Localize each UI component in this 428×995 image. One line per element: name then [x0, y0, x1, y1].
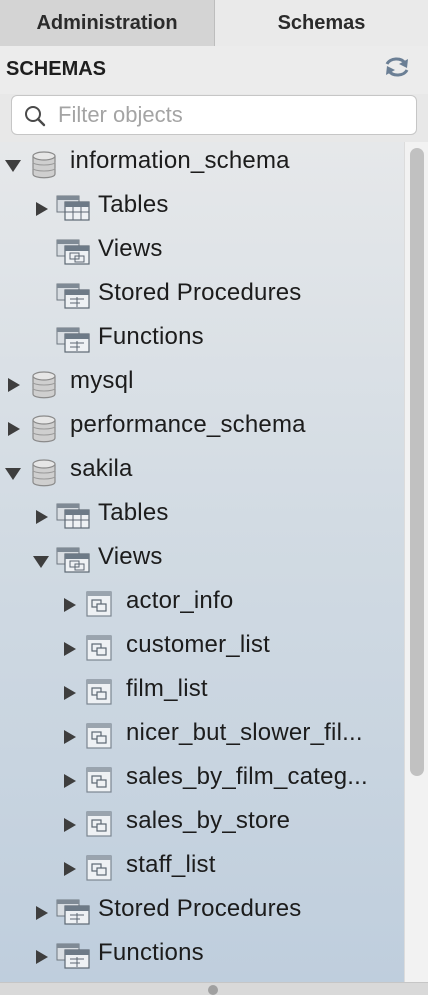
view-icon [86, 811, 112, 837]
caret-right-icon[interactable] [61, 772, 79, 790]
caret-right-icon[interactable] [33, 508, 51, 526]
caret-right-icon[interactable] [33, 200, 51, 218]
schema-label: performance_schema [70, 411, 306, 438]
folder-label: Tables [98, 191, 169, 218]
tree-node-view-item[interactable]: sales_by_store [0, 802, 404, 846]
view-icon [86, 767, 112, 793]
views-folder-icon [56, 239, 90, 265]
tree-node-view-item[interactable]: customer_list [0, 626, 404, 670]
folder-label: Functions [98, 323, 204, 350]
folder-label: Views [98, 235, 163, 262]
schema-label: mysql [70, 367, 134, 394]
caret-right-icon[interactable] [5, 376, 23, 394]
caret-right-icon[interactable] [5, 420, 23, 438]
routines-folder-icon [56, 283, 90, 309]
database-icon [32, 415, 56, 443]
view-label: sales_by_store [126, 807, 291, 834]
folder-label: Views [98, 543, 163, 570]
tab-administration[interactable]: Administration [0, 0, 215, 46]
database-icon [32, 151, 56, 179]
caret-down-icon[interactable] [4, 156, 22, 174]
refresh-icon[interactable] [384, 56, 410, 78]
view-label: staff_list [126, 851, 216, 878]
caret-right-icon[interactable] [61, 640, 79, 658]
tab-bar: Administration Schemas [0, 0, 428, 47]
search-icon [25, 106, 46, 127]
tree-node-view-item[interactable]: staff_list [0, 846, 404, 890]
schema-label: sakila [70, 455, 133, 482]
tree-node-functions[interactable]: Functions [0, 934, 404, 978]
filter-objects-input[interactable] [58, 100, 398, 130]
view-label: actor_info [126, 587, 234, 614]
caret-right-icon[interactable] [61, 816, 79, 834]
view-icon [86, 855, 112, 881]
scrollbar-thumb[interactable] [410, 148, 424, 776]
database-icon [32, 459, 56, 487]
tree-node-sakila[interactable]: sakila [0, 450, 404, 494]
view-icon [86, 679, 112, 705]
tree-node-stored-procedures[interactable]: Stored Procedures [0, 274, 404, 318]
folder-label: Stored Procedures [98, 279, 302, 306]
tree-node-performance-schema[interactable]: performance_schema [0, 406, 404, 450]
caret-right-icon[interactable] [61, 860, 79, 878]
view-label: customer_list [126, 631, 270, 658]
caret-down-icon[interactable] [4, 464, 22, 482]
caret-right-icon[interactable] [61, 596, 79, 614]
database-icon [32, 371, 56, 399]
view-icon [86, 723, 112, 749]
caret-down-icon[interactable] [32, 552, 50, 570]
view-label: film_list [126, 675, 208, 702]
tree-node-view-item[interactable]: film_list [0, 670, 404, 714]
tree-node-stored-procedures[interactable]: Stored Procedures [0, 890, 404, 934]
caret-right-icon[interactable] [61, 728, 79, 746]
filter-box [11, 95, 417, 135]
tree-node-view-item[interactable]: actor_info [0, 582, 404, 626]
tree-node-tables[interactable]: Tables [0, 186, 404, 230]
routines-folder-icon [56, 899, 90, 925]
tab-schemas[interactable]: Schemas [215, 0, 428, 46]
view-icon [86, 591, 112, 617]
tree-node-mysql[interactable]: mysql [0, 362, 404, 406]
view-label: sales_by_film_categ... [126, 763, 368, 790]
caret-right-icon[interactable] [33, 948, 51, 966]
caret-right-icon[interactable] [61, 684, 79, 702]
view-icon [86, 635, 112, 661]
tree-node-tables[interactable]: Tables [0, 494, 404, 538]
tables-folder-icon [56, 195, 90, 221]
functions-folder-icon [56, 327, 90, 353]
tree-node-views[interactable]: Views [0, 538, 404, 582]
tree-node-view-item[interactable]: nicer_but_slower_fil... [0, 714, 404, 758]
schema-tree: information_schema Tables Views Stored P… [0, 142, 404, 982]
tree-node-information-schema[interactable]: information_schema [0, 142, 404, 186]
caret-right-icon[interactable] [33, 904, 51, 922]
folder-label: Stored Procedures [98, 895, 302, 922]
folder-label: Functions [98, 939, 204, 966]
view-label: nicer_but_slower_fil... [126, 719, 363, 746]
schemas-header: SCHEMAS [0, 46, 428, 94]
folder-label: Tables [98, 499, 169, 526]
tree-node-functions[interactable]: Functions [0, 318, 404, 362]
functions-folder-icon [56, 943, 90, 969]
schema-label: information_schema [70, 147, 290, 174]
section-title: SCHEMAS [6, 58, 107, 80]
tree-node-view-item[interactable]: sales_by_film_categ... [0, 758, 404, 802]
tree-node-views[interactable]: Views [0, 230, 404, 274]
tables-folder-icon [56, 503, 90, 529]
views-folder-icon [56, 547, 90, 573]
